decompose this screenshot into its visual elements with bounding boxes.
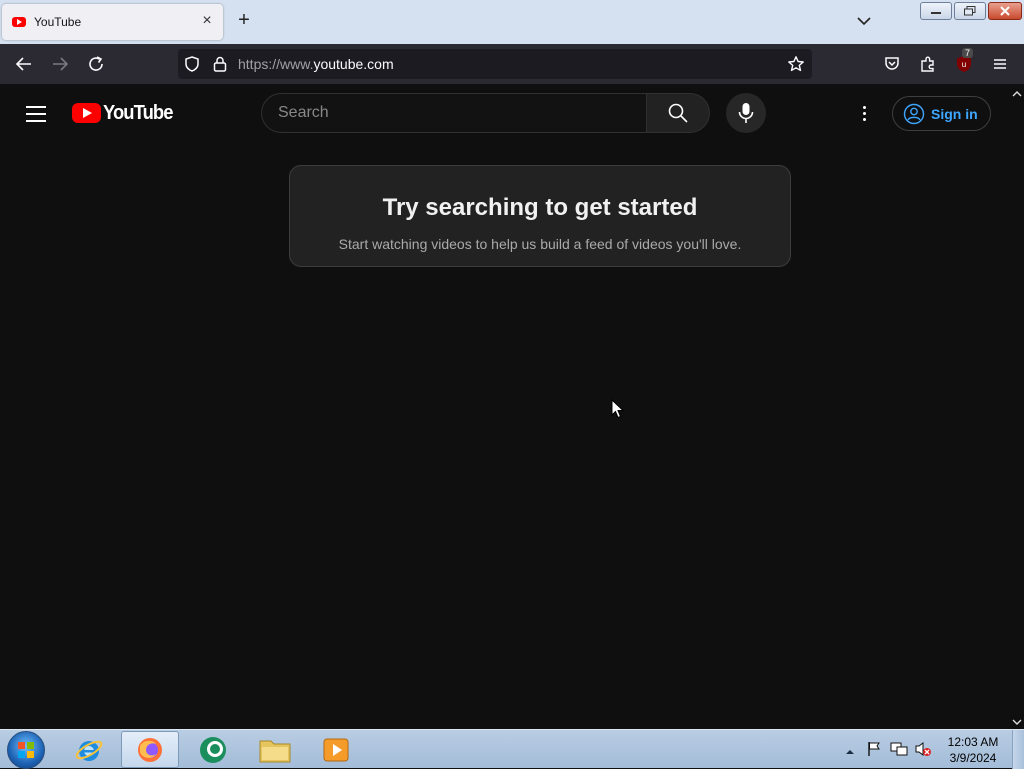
url-domain: youtube.com (313, 56, 394, 72)
youtube-logo[interactable]: YouTube (72, 101, 179, 125)
new-tab-button[interactable]: + (234, 10, 254, 30)
browser-titlebar: YouTube × + (0, 0, 1024, 44)
hamburger-menu-icon[interactable] (990, 54, 1010, 74)
windows-taskbar: 12:03 AM 3/9/2024 (0, 729, 1024, 769)
show-hidden-icons-icon[interactable] (845, 744, 855, 762)
youtube-favicon-icon (12, 17, 26, 27)
firefox-icon[interactable] (121, 731, 179, 768)
url-prefix: https://www. (238, 56, 314, 72)
svg-text:u: u (962, 60, 966, 69)
action-center-flag-icon[interactable] (866, 741, 882, 762)
clock-time: 12:03 AM (947, 735, 999, 749)
account-circle-icon (903, 103, 925, 124)
youtube-logo-text: YouTube (103, 101, 173, 124)
scrollbar-up-arrow-icon[interactable] (1012, 86, 1022, 97)
show-desktop-button[interactable] (1012, 730, 1024, 769)
clock-date: 3/9/2024 (949, 751, 997, 765)
microphone-icon (738, 103, 754, 123)
file-explorer-icon[interactable] (246, 731, 304, 768)
media-player-icon[interactable] (307, 731, 365, 768)
restore-button[interactable] (954, 2, 986, 20)
youtube-page: YouTube Sign in Try searching to get sta… (0, 84, 1024, 729)
start-orb-icon[interactable] (7, 731, 45, 769)
tracking-protection-shield-icon[interactable] (182, 54, 202, 74)
network-icon[interactable] (890, 741, 908, 762)
mouse-pointer-icon (611, 398, 625, 419)
scrollbar-down-arrow-icon[interactable] (1012, 714, 1022, 725)
extensions-puzzle-icon[interactable] (918, 54, 938, 74)
pocket-icon[interactable] (882, 54, 902, 74)
sign-in-label: Sign in (931, 105, 978, 122)
list-all-tabs-chevron-icon[interactable] (855, 12, 873, 30)
search-box (261, 93, 646, 133)
address-bar[interactable]: https://www.youtube.com (178, 49, 812, 79)
empty-feed-card: Try searching to get started Start watch… (289, 165, 791, 267)
close-window-button[interactable] (988, 2, 1022, 20)
sign-in-button[interactable]: Sign in (892, 96, 991, 131)
settings-more-icon[interactable] (852, 101, 876, 125)
internet-explorer-icon[interactable] (60, 731, 118, 768)
guide-menu-button[interactable] (24, 102, 48, 126)
youtube-play-icon (72, 103, 101, 123)
search-button[interactable] (646, 93, 710, 133)
bookmark-star-icon[interactable] (786, 54, 806, 74)
url-text[interactable]: https://www.youtube.com (238, 56, 394, 72)
window-controls (920, 2, 1022, 20)
forward-arrow-icon[interactable] (50, 54, 70, 74)
minimize-button[interactable] (920, 2, 952, 20)
search-input[interactable] (278, 94, 628, 132)
tab-close-icon[interactable]: × (199, 13, 215, 29)
browser-navbar: https://www.youtube.com u 7 (0, 44, 1024, 84)
app-icon[interactable] (184, 731, 242, 768)
empty-feed-title: Try searching to get started (382, 194, 698, 221)
tab-title: YouTube (34, 15, 82, 29)
voice-search-button[interactable] (726, 93, 766, 133)
back-arrow-icon[interactable] (14, 54, 34, 74)
tab-youtube[interactable]: YouTube × (2, 4, 223, 40)
system-clock[interactable]: 12:03 AM 3/9/2024 (938, 734, 1008, 766)
reload-icon[interactable] (86, 54, 106, 74)
ublock-origin-icon[interactable]: u 7 (954, 48, 974, 74)
empty-feed-subtitle: Start watching videos to help us build a… (338, 236, 742, 252)
extension-badge-count: 7 (962, 48, 974, 58)
search-icon (668, 103, 688, 123)
volume-muted-icon[interactable] (914, 741, 932, 762)
lock-icon[interactable] (210, 54, 230, 74)
